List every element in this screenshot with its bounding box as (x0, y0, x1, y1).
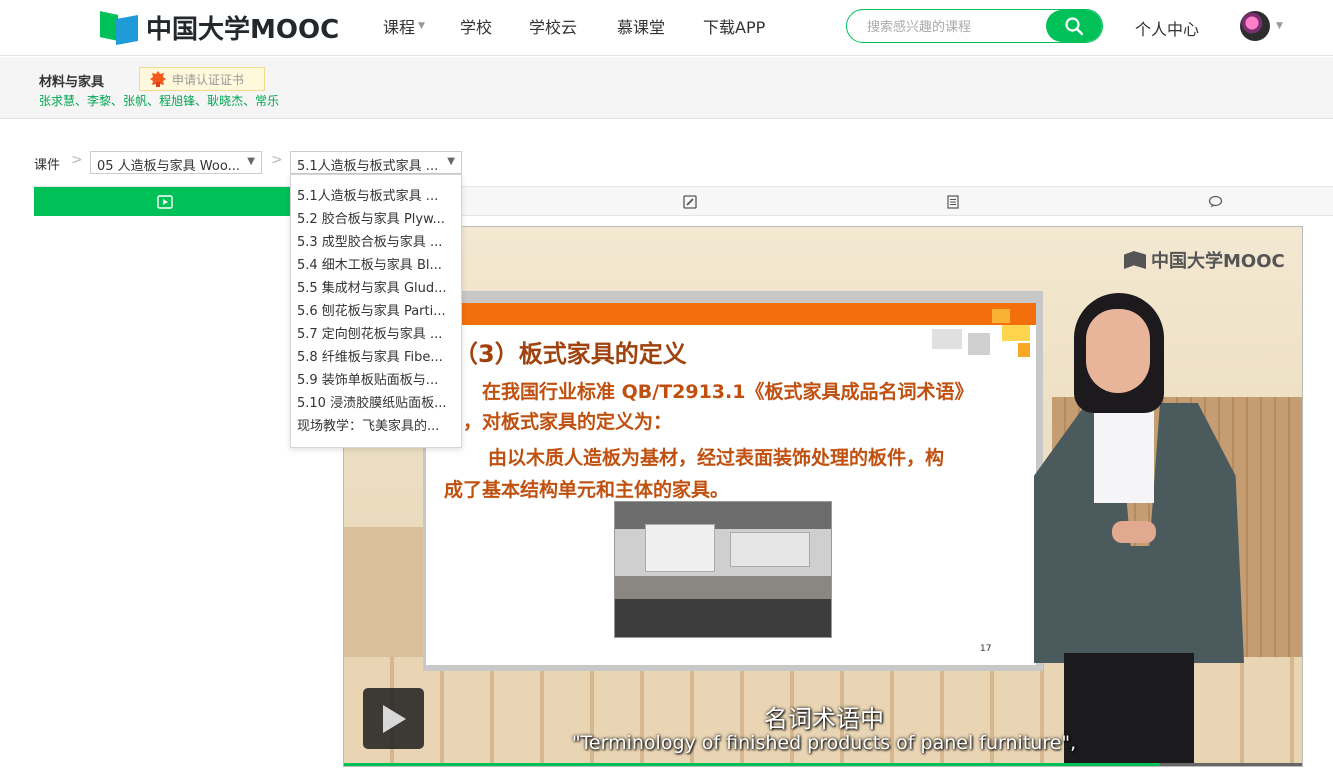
courseware-label: 课件 (34, 158, 61, 173)
slide-text-line: 成了基本结构单元和主体的家具。 (444, 479, 730, 501)
chevron-right-icon: > (71, 152, 83, 168)
teacher-link[interactable]: 张求慧 (39, 94, 75, 108)
chevron-right-icon: > (271, 152, 283, 168)
lesson-select-value: 5.1人造板与板式家具 ... (297, 159, 439, 174)
mooc-logo-icon (1124, 251, 1146, 269)
chapter-select-value: 05 人造板与家具 Woo... (97, 159, 240, 174)
tab-video[interactable] (34, 187, 296, 216)
teacher-separator: 、 (195, 94, 208, 108)
lesson-dropdown-menu: 5.1人造板与板式家具 ... 5.2 胶合板与家具 Plyw... 5.3 成… (290, 174, 462, 448)
nav-download-app-label: 下载APP (703, 18, 766, 37)
teacher-link[interactable]: 张帆 (123, 94, 147, 108)
dropdown-arrow-icon: ▼ (447, 156, 455, 167)
slide-decoration (932, 309, 1030, 357)
nav-download-app[interactable]: 下载APP (703, 14, 765, 38)
logo-text: 中国大学MOOC (146, 14, 340, 45)
search-icon (1065, 17, 1084, 36)
teacher-separator: 、 (243, 94, 256, 108)
video-progress-fill (344, 763, 1160, 766)
lesson-option[interactable]: 5.8 纤维板与家具 Fibe... (291, 346, 461, 369)
search-box (846, 9, 1103, 43)
lesson-option[interactable]: 5.7 定向刨花板与家具 ... (291, 323, 461, 346)
video-watermark-text: 中国大学MOOC (1151, 251, 1285, 272)
course-title: 材料与家具 (39, 75, 105, 90)
nav-schools[interactable]: 学校 (460, 14, 492, 38)
lecturer-figure (1034, 293, 1244, 766)
teacher-separator: 、 (111, 94, 124, 108)
teacher-link[interactable]: 程旭锋 (159, 94, 195, 108)
lesson-option[interactable]: 5.2 胶合板与家具 Plyw... (291, 208, 461, 231)
nav-school-cloud-label: 学校云 (529, 18, 578, 37)
nav-courses[interactable]: 课程 ▼ (383, 14, 425, 38)
slide-text-line: 中，对板式家具的定义为： (444, 411, 673, 433)
tab-document[interactable] (822, 187, 1084, 216)
discussion-icon (1208, 195, 1222, 208)
lesson-option[interactable]: 5.6 刨花板与家具 Parti... (291, 300, 461, 323)
nav-courses-label: 课程 (383, 18, 416, 37)
slide-text-line: 在我国行业标准 QB/T2913.1《板式家具成品名词术语》 (482, 381, 974, 403)
apply-certificate-button[interactable]: 申请认证证书 (139, 67, 265, 91)
caret-down-icon: ▼ (418, 21, 425, 31)
site-logo[interactable]: 中国大学MOOC (100, 10, 340, 45)
slide-title: （3）板式家具的定义 (454, 340, 687, 368)
lesson-option[interactable]: 现场教学：飞美家具的... (291, 415, 461, 438)
teacher-link[interactable]: 耿晓杰 (207, 94, 243, 108)
video-watermark: 中国大学MOOC (1124, 247, 1285, 273)
nav-school-cloud[interactable]: 学校云 (529, 14, 577, 38)
lesson-option[interactable]: 5.5 集成材与家具 Glud... (291, 277, 461, 300)
search-button[interactable] (1046, 10, 1102, 42)
teacher-link[interactable]: 李黎 (87, 94, 111, 108)
teacher-link[interactable]: 常乐 (255, 94, 279, 108)
slide-page-number: 17 (980, 644, 992, 654)
subtitle-chinese: 名词术语中 (764, 705, 884, 733)
lesson-option[interactable]: 5.9 装饰单板贴面板与... (291, 369, 461, 392)
document-icon (947, 194, 959, 209)
furniture-photo (614, 501, 832, 638)
video-player[interactable]: 中国大学MOOC （3）板式家具的定义 在我国行业标准 QB/T2913.1《板… (343, 226, 1303, 767)
course-info-bar: 材料与家具 申请认证证书 张求慧、李黎、张帆、程旭锋、耿晓杰、常乐 (0, 57, 1333, 119)
tab-discussion[interactable] (1084, 187, 1333, 216)
tab-quiz[interactable] (559, 187, 821, 216)
cert-label: 申请认证证书 (172, 72, 245, 87)
search-input[interactable] (867, 17, 1037, 37)
video-progress-bar[interactable] (344, 763, 1302, 766)
lesson-option[interactable]: 5.10 浸渍胶膜纸贴面板... (291, 392, 461, 415)
quiz-icon (683, 194, 697, 209)
teacher-separator: 、 (147, 94, 160, 108)
video-icon (157, 194, 173, 209)
chapter-select[interactable]: 05 人造板与家具 Woo... ▼ (90, 151, 262, 174)
lesson-option[interactable]: 5.1人造板与板式家具 ... (291, 185, 461, 208)
avatar[interactable] (1240, 11, 1270, 41)
lecture-slide: （3）板式家具的定义 在我国行业标准 QB/T2913.1《板式家具成品名词术语… (426, 303, 1036, 665)
teacher-separator: 、 (75, 94, 88, 108)
caret-down-icon[interactable]: ▼ (1276, 21, 1283, 31)
content-tabs (34, 186, 1333, 216)
subtitle-english: "Terminology of finished products of pan… (571, 732, 1077, 754)
teacher-list: 张求慧、李黎、张帆、程旭锋、耿晓杰、常乐 (39, 92, 279, 109)
certificate-icon (150, 71, 166, 87)
lesson-select[interactable]: 5.1人造板与板式家具 ... ▼ (290, 151, 462, 174)
lesson-option[interactable]: 5.4 细木工板与家具 Bl... (291, 254, 461, 277)
nav-mooc-class[interactable]: 慕课堂 (617, 14, 665, 38)
dropdown-arrow-icon: ▼ (247, 156, 255, 167)
top-header: 中国大学MOOC 课程 ▼ 学校 学校云 慕课堂 下载APP 个人中心 ▼ (0, 0, 1333, 56)
nav-mooc-class-label: 慕课堂 (617, 18, 666, 37)
nav-schools-label: 学校 (460, 18, 493, 37)
logo-icon (100, 11, 140, 45)
slide-text-line: 由以木质人造板为基材，经过表面装饰处理的板件，构 (488, 447, 945, 469)
lesson-option[interactable]: 5.3 成型胶合板与家具 ... (291, 231, 461, 254)
personal-center-link[interactable]: 个人中心 (1135, 16, 1199, 40)
